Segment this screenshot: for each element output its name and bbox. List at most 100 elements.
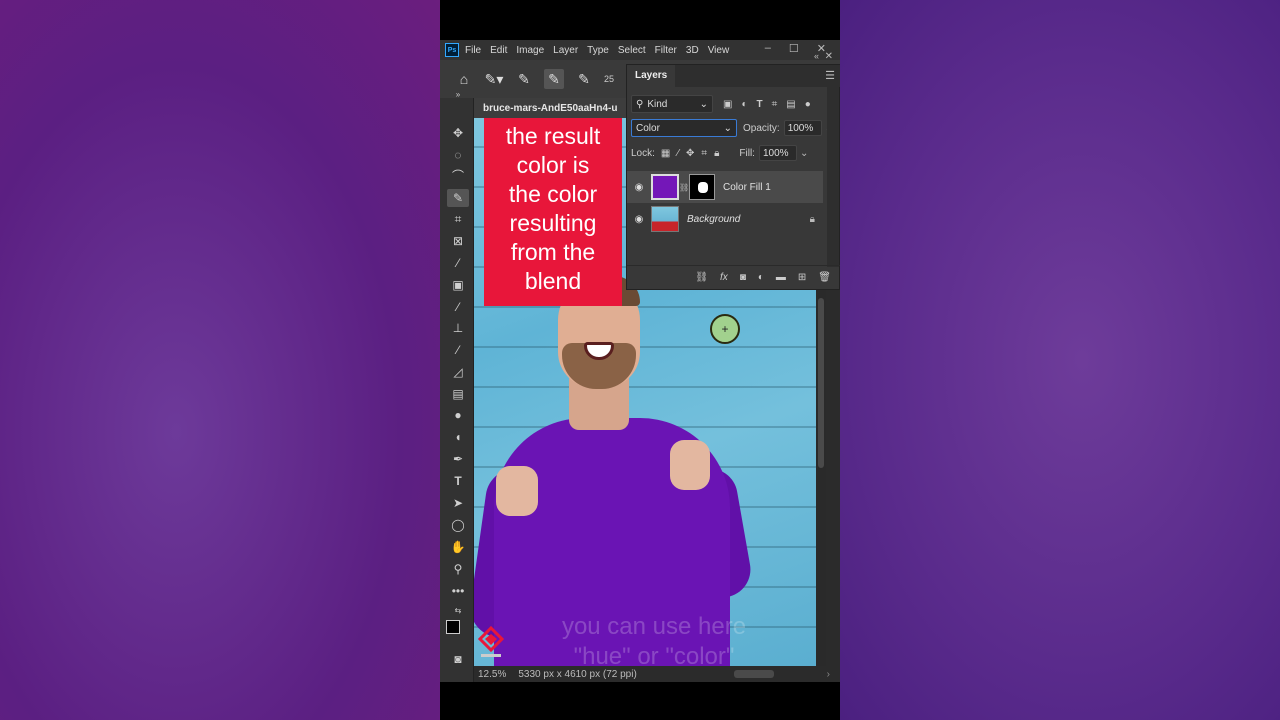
menu-select[interactable]: Select: [618, 45, 646, 56]
photoshop-logo-icon: Ps: [445, 43, 459, 57]
quick-selection-preset-icon[interactable]: ✎▾: [484, 69, 504, 89]
vertical-scrollbar[interactable]: [816, 288, 826, 666]
brush-tool-icon[interactable]: ⁄: [447, 298, 469, 316]
vertical-scroll-thumb[interactable]: [818, 298, 824, 468]
layers-scrollbar[interactable]: [827, 87, 839, 267]
fill-field[interactable]: 100%: [758, 145, 797, 161]
caption-line: the result: [505, 123, 601, 149]
layer-thumbnail[interactable]: [651, 206, 679, 232]
layer-row[interactable]: ◉ ⛓ Color Fill 1: [627, 171, 823, 203]
eyedropper-tool-icon[interactable]: ⁄: [447, 254, 469, 272]
panel-menu-icon[interactable]: ☰: [825, 69, 835, 82]
horizontal-scroll-thumb[interactable]: [734, 670, 774, 678]
lock-artboard-icon[interactable]: ⌗: [701, 148, 707, 159]
menu-view[interactable]: View: [708, 45, 730, 56]
menu-layer[interactable]: Layer: [553, 45, 578, 56]
tools-panel: » ✥ ◌ ⌒ ✎ ⌗ ⊠ ⁄ ▣ ⁄ ⊥ ⁄ ◿ ▤ ● ◖ ✒ T ➤ ◯ …: [440, 90, 474, 682]
new-group-icon[interactable]: ▬: [776, 272, 786, 283]
new-layer-icon[interactable]: ⊞: [798, 272, 806, 283]
lock-image-icon[interactable]: ⁄: [677, 148, 679, 159]
fx-icon[interactable]: fx: [720, 272, 728, 283]
pen-tool-icon[interactable]: ✒: [447, 450, 469, 468]
swap-colors-icon[interactable]: ⇆: [447, 602, 469, 620]
delete-layer-icon[interactable]: 🗑︎: [818, 272, 831, 283]
shape-tool-icon[interactable]: ◯: [447, 516, 469, 534]
fill-label: Fill:: [739, 147, 755, 159]
opacity-field[interactable]: 100%: [783, 120, 822, 136]
visibility-eye-icon[interactable]: ◉: [627, 182, 651, 193]
maximize-icon[interactable]: ☐: [789, 42, 799, 55]
zoom-tool-icon[interactable]: ⚲: [447, 560, 469, 578]
layer-lock-icon[interactable]: 🔒︎: [810, 214, 815, 225]
lock-transparent-icon[interactable]: ▦: [661, 148, 670, 159]
visibility-eye-icon[interactable]: ◉: [627, 214, 651, 225]
move-tool-icon[interactable]: ✥: [447, 124, 469, 142]
new-selection-icon[interactable]: ✎: [514, 69, 534, 89]
layer-thumbnail[interactable]: [651, 174, 679, 200]
link-chain-icon[interactable]: ⛓: [679, 183, 689, 192]
menu-3d[interactable]: 3D: [686, 45, 699, 56]
clone-stamp-tool-icon[interactable]: ⊥: [447, 319, 469, 337]
frame-tool-icon[interactable]: ⊠: [447, 232, 469, 250]
smart-object-filter-icon[interactable]: ▤: [786, 99, 795, 110]
caption-line: color is: [516, 152, 590, 178]
panel-close-icon[interactable]: ✕: [825, 51, 833, 62]
adjustment-filter-icon[interactable]: ◐: [741, 99, 747, 110]
brush-size-value[interactable]: 25: [604, 74, 614, 84]
gradient-tool-icon[interactable]: ▤: [447, 385, 469, 403]
toolbar-collapse-icon[interactable]: »: [447, 86, 469, 104]
type-filter-icon[interactable]: T: [757, 99, 763, 110]
menu-edit[interactable]: Edit: [490, 45, 507, 56]
menu-type[interactable]: Type: [587, 45, 609, 56]
lasso-tool-icon[interactable]: ⌒: [447, 167, 469, 185]
filter-toggle-icon[interactable]: ●: [805, 99, 811, 110]
menu-image[interactable]: Image: [516, 45, 544, 56]
shape-filter-icon[interactable]: ⌗: [772, 99, 778, 110]
type-tool-icon[interactable]: T: [447, 472, 469, 490]
adjustment-layer-icon[interactable]: ◐: [758, 272, 764, 283]
link-layers-icon[interactable]: ⛓: [695, 272, 708, 283]
tab-layers[interactable]: Layers: [627, 65, 676, 87]
hand-tool-icon[interactable]: ✋: [447, 538, 469, 556]
blend-mode-dropdown[interactable]: Color ⌄: [631, 119, 737, 137]
chevron-down-icon: ⌄: [723, 122, 732, 134]
subtract-from-selection-icon[interactable]: ✎: [574, 69, 594, 89]
background-left: [0, 0, 440, 720]
layer-mask-thumbnail[interactable]: [689, 174, 715, 200]
marquee-tool-icon[interactable]: ◌: [447, 146, 469, 164]
layer-row[interactable]: ◉ Background 🔒︎: [627, 203, 823, 235]
lock-label: Lock:: [631, 147, 655, 159]
subtitle-line-1: you can use here: [561, 613, 747, 640]
layers-panel-header: Layers ☰: [627, 65, 840, 87]
eraser-tool-icon[interactable]: ◿: [447, 363, 469, 381]
pixel-filter-icon[interactable]: ▣: [723, 99, 732, 110]
search-icon: ⚲: [636, 98, 644, 110]
dodge-tool-icon[interactable]: ◖: [447, 428, 469, 446]
status-menu-icon[interactable]: ›: [827, 669, 830, 680]
lock-position-icon[interactable]: ✥: [686, 148, 694, 159]
quick-selection-tool-icon[interactable]: ✎: [447, 189, 469, 207]
fill-chevron-icon[interactable]: ⌄: [800, 148, 808, 159]
foreground-color-swatch[interactable]: [446, 620, 460, 634]
blend-row: Color ⌄ Opacity: 100% ⌄: [627, 116, 840, 140]
menu-file[interactable]: File: [465, 45, 481, 56]
layer-name[interactable]: Background: [687, 214, 740, 225]
lock-all-icon[interactable]: 🔒︎: [714, 148, 719, 159]
zoom-level[interactable]: 12.5%: [478, 669, 506, 680]
path-selection-tool-icon[interactable]: ➤: [447, 494, 469, 512]
minimize-icon[interactable]: –: [765, 42, 771, 55]
blur-tool-icon[interactable]: ●: [447, 406, 469, 424]
caption-line: from the: [510, 239, 596, 265]
panel-collapse-icon[interactable]: «: [814, 51, 819, 61]
photoshop-window: Ps File Edit Image Layer Type Select Fil…: [440, 40, 840, 682]
layer-name[interactable]: Color Fill 1: [723, 182, 771, 193]
crop-tool-icon[interactable]: ⌗: [447, 210, 469, 228]
quick-mask-icon[interactable]: ◙: [447, 650, 469, 668]
add-mask-icon[interactable]: ◙: [740, 272, 746, 283]
more-tools-icon[interactable]: •••: [447, 582, 469, 600]
menu-filter[interactable]: Filter: [655, 45, 677, 56]
history-brush-tool-icon[interactable]: ⁄: [447, 341, 469, 359]
add-to-selection-icon[interactable]: ✎: [544, 69, 564, 89]
spot-healing-tool-icon[interactable]: ▣: [447, 276, 469, 294]
filter-kind-dropdown[interactable]: ⚲ Kind ⌄: [631, 95, 713, 113]
